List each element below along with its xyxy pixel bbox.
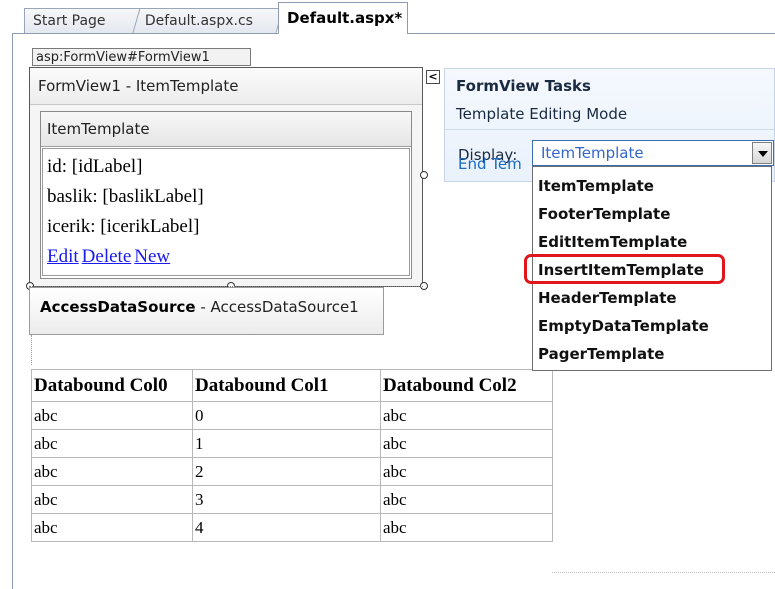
- table-cell: 1: [192, 429, 381, 458]
- tasks-title: FormView Tasks: [456, 77, 591, 95]
- new-link[interactable]: New: [134, 246, 170, 267]
- tasks-subtitle: Template Editing Mode: [456, 105, 628, 123]
- datasource-name: - AccessDataSource1: [195, 298, 359, 316]
- tab-label: Default.aspx.cs: [144, 13, 253, 29]
- tab-label: Start Page: [33, 13, 106, 29]
- field-icerik: icerik: [icerikLabel]: [47, 216, 200, 237]
- display-template-select[interactable]: ItemTemplate: [532, 140, 774, 166]
- column-header: Databound Col1: [192, 369, 381, 402]
- access-datasource-control[interactable]: AccessDataSource - AccessDataSource1: [29, 287, 384, 335]
- column-header: Databound Col0: [31, 369, 193, 402]
- item-template-header: ItemTemplate: [41, 112, 411, 147]
- tab-start-page[interactable]: Start Page: [24, 8, 140, 33]
- field-baslik: baslik: [baslikLabel]: [47, 186, 204, 207]
- dropdown-option-pagertemplate[interactable]: PagerTemplate: [533, 341, 771, 368]
- selected-template-value: ItemTemplate: [541, 144, 644, 162]
- table-cell: abc: [380, 401, 553, 430]
- table-row: abc 2 abc: [31, 457, 553, 486]
- table-cell: abc: [31, 485, 193, 514]
- edit-link[interactable]: Edit: [47, 246, 79, 267]
- item-template-region[interactable]: ItemTemplate id: [idLabel] baslik: [basl…: [40, 111, 412, 279]
- delete-link[interactable]: Delete: [82, 246, 132, 267]
- table-cell: abc: [31, 513, 193, 542]
- dropdown-option-itemtemplate[interactable]: ItemTemplate: [533, 173, 771, 200]
- dotted-guide: [552, 572, 775, 573]
- resize-handle-right[interactable]: [420, 171, 428, 179]
- table-cell: abc: [380, 457, 553, 486]
- tab-default-aspx-cs[interactable]: Default.aspx.cs: [132, 8, 284, 33]
- table-cell: 3: [192, 485, 381, 514]
- table-cell: 4: [192, 513, 381, 542]
- dropdown-option-emptydatatemplate[interactable]: EmptyDataTemplate: [533, 313, 771, 340]
- chevron-down-icon[interactable]: [752, 142, 772, 164]
- table-row: abc 1 abc: [31, 429, 553, 458]
- end-template-editing-link[interactable]: End Tem: [458, 155, 522, 173]
- insertitemtemplate-highlight: [524, 254, 725, 284]
- formview-control[interactable]: FormView1 - ItemTemplate ItemTemplate id…: [29, 67, 423, 287]
- column-header: Databound Col2: [380, 369, 553, 402]
- table-cell: abc: [31, 457, 193, 486]
- table-row: abc 4 abc: [31, 513, 553, 542]
- dotted-guide: [31, 335, 32, 365]
- table-cell: abc: [380, 513, 553, 542]
- grid-header-row: Databound Col0 Databound Col1 Databound …: [31, 369, 553, 402]
- control-tag-badge[interactable]: asp:FormView#FormView1: [32, 48, 251, 66]
- datasource-type: AccessDataSource: [40, 298, 196, 316]
- smart-tag-collapse-icon[interactable]: <: [426, 70, 440, 84]
- table-cell: 0: [192, 401, 381, 430]
- dropdown-option-headertemplate[interactable]: HeaderTemplate: [533, 285, 771, 312]
- table-cell: abc: [380, 485, 553, 514]
- tab-default-aspx-active[interactable]: Default.aspx*: [278, 2, 408, 34]
- table-cell: abc: [380, 429, 553, 458]
- dropdown-option-edititemtemplate[interactable]: EditItemTemplate: [533, 229, 771, 256]
- table-cell: abc: [31, 429, 193, 458]
- document-tab-strip: Start Page Default.aspx.cs Default.aspx*: [0, 0, 775, 34]
- field-id: id: [idLabel]: [47, 156, 143, 177]
- table-cell: abc: [31, 401, 193, 430]
- formview-header: FormView1 - ItemTemplate: [30, 68, 422, 105]
- dropdown-option-footertemplate[interactable]: FooterTemplate: [533, 201, 771, 228]
- table-cell: 2: [192, 457, 381, 486]
- item-template-body[interactable]: id: [idLabel] baslik: [baslikLabel] icer…: [42, 148, 410, 276]
- databound-grid[interactable]: Databound Col0 Databound Col1 Databound …: [31, 369, 553, 542]
- action-links: Edit Delete New: [47, 242, 409, 272]
- table-row: abc 0 abc: [31, 401, 553, 430]
- table-row: abc 3 abc: [31, 485, 553, 514]
- tab-label: Default.aspx*: [287, 9, 403, 27]
- tasks-divider: [445, 129, 774, 130]
